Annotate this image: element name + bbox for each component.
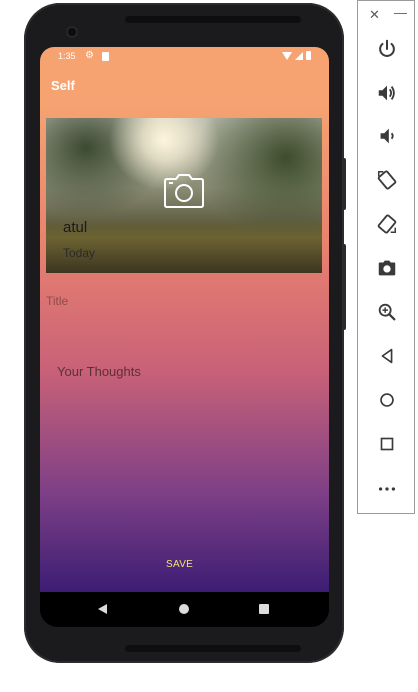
app-bar: Self bbox=[40, 67, 329, 102]
bottom-speaker bbox=[125, 645, 301, 652]
emulator-home-icon[interactable] bbox=[372, 385, 402, 415]
rotate-right-icon[interactable] bbox=[372, 209, 402, 239]
top-speaker bbox=[125, 16, 301, 23]
cell-signal-icon bbox=[295, 51, 303, 60]
emulator-toolbar: ✕ — bbox=[357, 0, 415, 514]
user-name: atul bbox=[63, 219, 88, 236]
rotate-left-icon[interactable] bbox=[372, 165, 402, 195]
volume-side-button bbox=[342, 244, 346, 330]
back-icon[interactable] bbox=[98, 604, 107, 614]
power-side-button bbox=[342, 158, 346, 210]
status-icons bbox=[282, 51, 311, 60]
power-icon[interactable] bbox=[372, 34, 402, 64]
camera-icon[interactable] bbox=[164, 174, 204, 208]
emulator-window-controls: ✕ — bbox=[358, 5, 416, 25]
battery-icon bbox=[306, 51, 311, 60]
more-options-icon[interactable] bbox=[372, 474, 402, 504]
recent-apps-icon[interactable] bbox=[259, 604, 269, 614]
journal-image[interactable]: atul Today bbox=[46, 118, 322, 273]
volume-down-icon[interactable] bbox=[372, 121, 402, 151]
entry-date: Today bbox=[63, 246, 96, 260]
journal-form: atul Today Title Your Thoughts SAVE bbox=[40, 102, 329, 592]
front-camera bbox=[68, 28, 76, 36]
close-icon[interactable]: ✕ bbox=[369, 7, 380, 23]
app-title: Self bbox=[51, 78, 75, 93]
phone-screen: 1:35 ⚙ Self atul Today Title Your Though… bbox=[40, 47, 329, 627]
status-time: 1:35 bbox=[58, 51, 76, 61]
sim-card-icon bbox=[102, 52, 109, 61]
navigation-bar bbox=[40, 592, 329, 627]
minimize-icon[interactable]: — bbox=[394, 5, 407, 20]
zoom-icon[interactable] bbox=[372, 297, 402, 327]
volume-up-icon[interactable] bbox=[372, 78, 402, 108]
home-icon[interactable] bbox=[179, 604, 189, 614]
thoughts-input[interactable]: Your Thoughts bbox=[57, 364, 141, 379]
save-button[interactable]: SAVE bbox=[166, 559, 193, 570]
emulator-back-icon[interactable] bbox=[372, 341, 402, 371]
settings-gear-icon: ⚙ bbox=[85, 50, 94, 61]
title-input[interactable]: Title bbox=[46, 294, 68, 308]
wifi-icon bbox=[282, 51, 292, 60]
screenshot-camera-icon[interactable] bbox=[372, 253, 402, 283]
emulator-overview-icon[interactable] bbox=[372, 429, 402, 459]
status-bar: 1:35 ⚙ bbox=[40, 47, 329, 67]
